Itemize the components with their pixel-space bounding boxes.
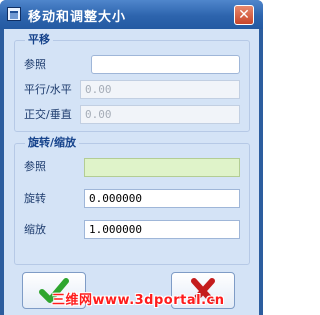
- dialog-window: 移动和调整大小 ✕ 平移 参照 平行/水平 0.00 正交/垂直 0.00 旋转…: [0, 0, 263, 315]
- dialog-body: 平移 参照 平行/水平 0.00 正交/垂直 0.00 旋转/缩放 参照 旋转 …: [4, 29, 259, 315]
- scale-label: 缩放: [24, 223, 46, 236]
- scale-field[interactable]: 1.000000: [84, 220, 240, 239]
- rotate-reference-field[interactable]: [84, 158, 240, 177]
- window-title: 移动和调整大小: [28, 10, 127, 25]
- window-icon: [7, 7, 21, 21]
- horizontal-label: 平行/水平: [24, 83, 72, 96]
- rotate-reference-label: 参照: [24, 160, 46, 173]
- horizontal-field[interactable]: 0.00: [80, 80, 240, 99]
- close-button[interactable]: ✕: [234, 5, 254, 25]
- vertical-label: 正交/垂直: [24, 108, 72, 121]
- title-bar[interactable]: 移动和调整大小 ✕: [0, 0, 263, 29]
- translate-reference-field[interactable]: [91, 55, 240, 74]
- rotate-field[interactable]: 0.000000: [84, 189, 240, 208]
- rotate-label: 旋转: [24, 192, 46, 205]
- vertical-field[interactable]: 0.00: [80, 105, 240, 124]
- translate-reference-label: 参照: [24, 58, 46, 71]
- rotate-scale-group-legend: 旋转/缩放: [25, 136, 80, 150]
- close-icon: ✕: [238, 7, 250, 23]
- watermark-text: 三维网www.3dportal.cn: [52, 293, 225, 308]
- translate-group-legend: 平移: [25, 33, 53, 47]
